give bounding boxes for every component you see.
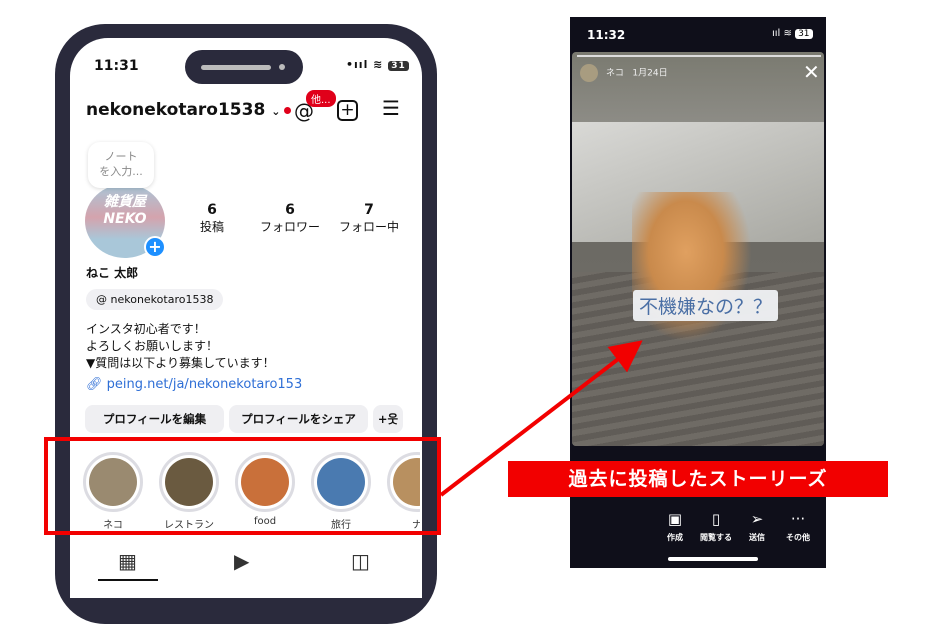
note-bubble[interactable]: ノート を入力... — [88, 142, 154, 188]
annotation-label: 過去に投稿したストーリーズ — [508, 461, 888, 497]
